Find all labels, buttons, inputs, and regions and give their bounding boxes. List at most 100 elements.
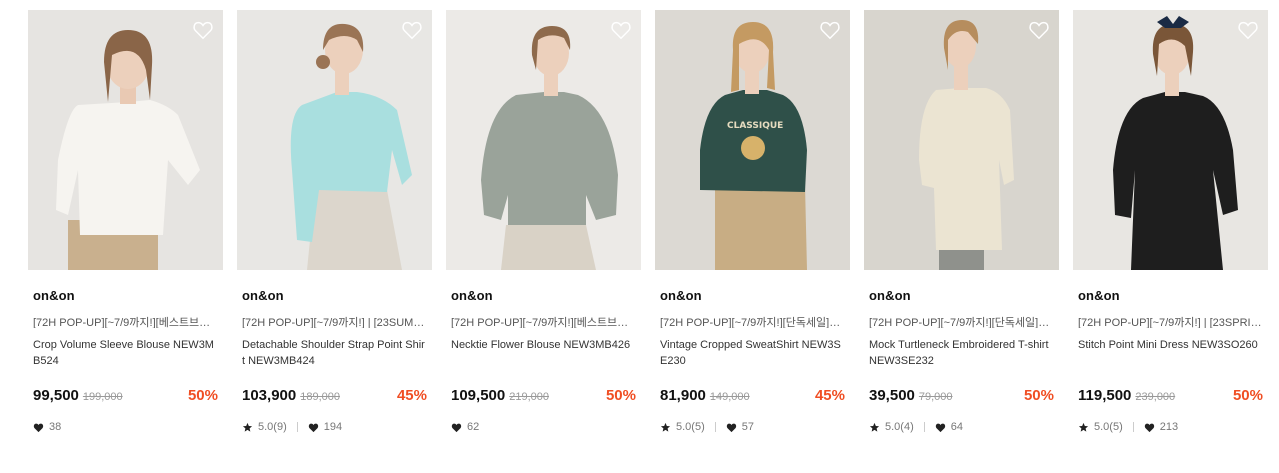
product-meta: 5.0(5) 213: [1073, 419, 1268, 435]
likes-count: 62: [467, 421, 480, 433]
heart-outline-icon: [1238, 21, 1258, 40]
likes: 213: [1144, 421, 1178, 433]
brand-name[interactable]: on&on: [28, 288, 223, 304]
brand-name[interactable]: on&on: [864, 288, 1059, 304]
sale-price: 119,500: [1078, 387, 1132, 404]
heart-filled-icon: [726, 422, 737, 433]
product-image[interactable]: [237, 10, 432, 270]
price-row: 81,900 149,000 45%: [655, 387, 850, 407]
original-price: 219,000: [509, 391, 549, 403]
likes-count: 38: [49, 421, 62, 433]
original-price: 199,000: [82, 391, 123, 403]
sale-price: 99,500: [33, 387, 79, 404]
product-photo: CLASSIQUE: [655, 10, 850, 270]
likes: 38: [33, 421, 61, 433]
sale-price: 39,500: [869, 387, 915, 404]
product-name[interactable]: Detachable Shoulder Strap Point Shirt NE…: [237, 337, 432, 369]
original-price: 79,000: [918, 391, 953, 403]
product-meta: 62: [446, 419, 641, 435]
star-icon: [242, 422, 253, 433]
wishlist-button[interactable]: [401, 19, 423, 41]
price-row: 99,500 199,000 50%: [28, 387, 223, 407]
product-card[interactable]: on&on [72H POP-UP][~7/9까지!] | [23SUM… De…: [237, 10, 432, 435]
product-name[interactable]: Necktie Flower Blouse NEW3MB426: [446, 337, 641, 369]
meta-divider: [923, 422, 925, 432]
heart-outline-icon: [1029, 21, 1049, 40]
likes-count: 213: [1159, 421, 1179, 433]
product-image[interactable]: CLASSIQUE: [655, 10, 850, 270]
product-image[interactable]: [28, 10, 223, 270]
product-meta: 38: [28, 419, 223, 435]
product-image[interactable]: [864, 10, 1059, 270]
product-meta: 5.0(9) 194: [237, 419, 432, 435]
product-grid: on&on [72H POP-UP][~7/9까지!][베스트브… Crop V…: [28, 10, 1268, 435]
product-name[interactable]: Vintage Cropped SweatShirt NEW3SE230: [655, 337, 850, 369]
brand-name[interactable]: on&on: [1073, 288, 1268, 304]
heart-filled-icon: [451, 422, 462, 433]
likes: 64: [935, 421, 963, 433]
product-card[interactable]: on&on [72H POP-UP][~7/9까지!][베스트브… Crop V…: [28, 10, 223, 435]
rating: 5.0(4): [869, 421, 914, 433]
product-photo: [28, 10, 223, 270]
brand-name[interactable]: on&on: [655, 288, 850, 304]
price-row: 119,500 239,000 50%: [1073, 387, 1268, 407]
heart-outline-icon: [611, 21, 631, 40]
product-meta: 5.0(5) 57: [655, 419, 850, 435]
discount-rate: 50%: [605, 387, 636, 404]
likes-count: 57: [741, 421, 754, 433]
promo-text[interactable]: [72H POP-UP][~7/9까지!] | [23SUM…: [237, 314, 432, 328]
product-card[interactable]: CLASSIQUE on&on [72H POP-UP][~7/9까지!][단독…: [655, 10, 850, 435]
product-card[interactable]: on&on [72H POP-UP][~7/9까지!][단독세일]… Mock …: [864, 10, 1059, 435]
promo-text[interactable]: [72H POP-UP][~7/9까지!][단독세일]…: [864, 314, 1059, 328]
wishlist-button[interactable]: [1028, 19, 1050, 41]
rating-value: 5.0(4): [885, 421, 914, 433]
wishlist-button[interactable]: [192, 19, 214, 41]
heart-filled-icon: [1144, 422, 1155, 433]
sale-price: 81,900: [660, 387, 706, 404]
product-photo: [1073, 10, 1268, 270]
likes: 57: [726, 421, 754, 433]
price-row: 39,500 79,000 50%: [864, 387, 1059, 407]
product-image[interactable]: [1073, 10, 1268, 270]
wishlist-button[interactable]: [610, 19, 632, 41]
product-name[interactable]: Mock Turtleneck Embroidered T-shirt NEW3…: [864, 337, 1059, 369]
discount-rate: 45%: [396, 387, 427, 404]
heart-outline-icon: [402, 21, 422, 40]
rating: 5.0(5): [1078, 421, 1123, 433]
rating-value: 5.0(5): [1094, 421, 1123, 433]
price-row: 103,900 189,000 45%: [237, 387, 432, 407]
rating-value: 5.0(9): [258, 421, 287, 433]
product-photo: [864, 10, 1059, 270]
heart-filled-icon: [935, 422, 946, 433]
product-card[interactable]: on&on [72H POP-UP][~7/9까지!] | [23SPRI… S…: [1073, 10, 1268, 435]
brand-name[interactable]: on&on: [446, 288, 641, 304]
promo-text[interactable]: [72H POP-UP][~7/9까지!][베스트브…: [28, 314, 223, 328]
discount-rate: 50%: [187, 387, 218, 404]
product-meta: 5.0(4) 64: [864, 419, 1059, 435]
heart-outline-icon: [193, 21, 213, 40]
star-icon: [1078, 422, 1089, 433]
likes: 194: [308, 421, 342, 433]
wishlist-button[interactable]: [1237, 19, 1259, 41]
original-price: 149,000: [709, 391, 750, 403]
meta-divider: [296, 422, 298, 432]
likes-count: 194: [323, 421, 343, 433]
sale-price: 109,500: [451, 387, 506, 404]
product-card[interactable]: on&on [72H POP-UP][~7/9까지!][베스트브… Neckti…: [446, 10, 641, 435]
heart-outline-icon: [820, 21, 840, 40]
heart-filled-icon: [308, 422, 319, 433]
meta-divider: [1132, 422, 1134, 432]
discount-rate: 50%: [1023, 387, 1054, 404]
product-name[interactable]: Crop Volume Sleeve Blouse NEW3MB524: [28, 337, 223, 369]
discount-rate: 50%: [1232, 387, 1263, 404]
promo-text[interactable]: [72H POP-UP][~7/9까지!][단독세일]…: [655, 314, 850, 328]
brand-name[interactable]: on&on: [237, 288, 432, 304]
wishlist-button[interactable]: [819, 19, 841, 41]
promo-text[interactable]: [72H POP-UP][~7/9까지!] | [23SPRI…: [1073, 314, 1268, 328]
product-image[interactable]: [446, 10, 641, 270]
product-name[interactable]: Stitch Point Mini Dress NEW3SO260: [1073, 337, 1268, 369]
rating: 5.0(5): [660, 421, 705, 433]
promo-text[interactable]: [72H POP-UP][~7/9까지!][베스트브…: [446, 314, 641, 328]
heart-filled-icon: [33, 422, 44, 433]
likes: 62: [451, 421, 479, 433]
